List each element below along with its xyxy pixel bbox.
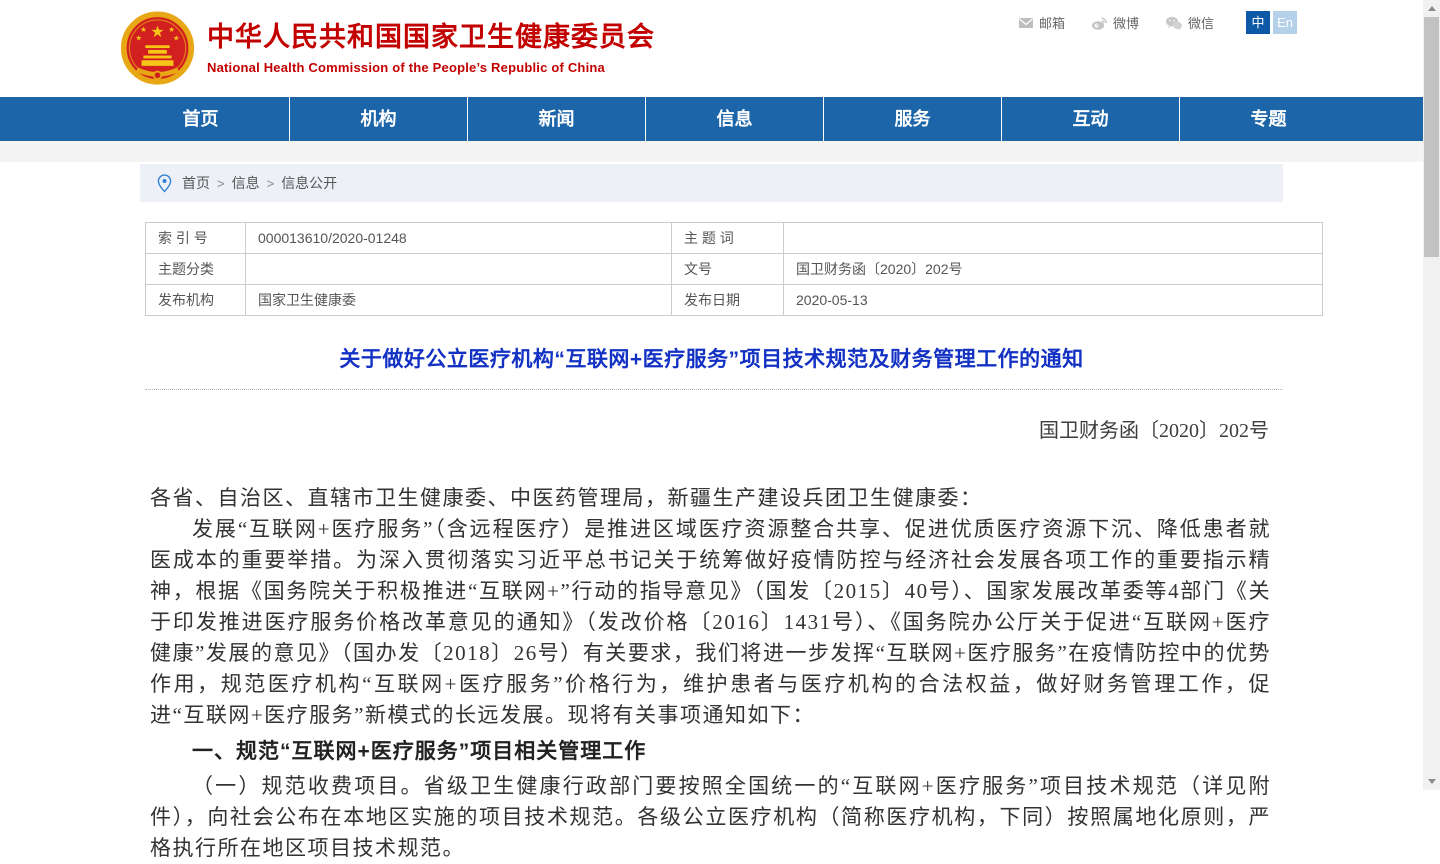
breadcrumb-separator: > — [267, 176, 275, 191]
main-nav: 首页 机构 新闻 信息 服务 互动 专题 — [0, 97, 1423, 141]
paragraph: 发展“互联网+医疗服务”（含远程医疗）是推进区域医疗资源整合共享、促进优质医疗资… — [150, 514, 1271, 731]
wechat-link[interactable]: 微信 — [1165, 13, 1214, 32]
weibo-link[interactable]: 微博 — [1091, 13, 1139, 32]
wechat-icon — [1165, 15, 1183, 31]
scroll-up-icon — [1428, 6, 1436, 11]
site-header: ★ ★ ★ ★ ★ 中华人民共和国国家卫生健康委员会 National Heal… — [0, 0, 1440, 97]
meta-label-doc-number: 文号 — [672, 254, 784, 285]
breadcrumb-home[interactable]: 首页 — [182, 173, 210, 193]
weibo-label: 微博 — [1113, 13, 1139, 32]
meta-label-index-number: 索 引 号 — [146, 223, 246, 254]
location-pin-icon — [157, 174, 172, 193]
mail-label: 邮箱 — [1039, 13, 1065, 32]
svg-text:★: ★ — [135, 34, 142, 43]
scrollbar-thumb[interactable] — [1424, 17, 1439, 257]
meta-label-publish-date: 发布日期 — [672, 285, 784, 316]
document-meta-table: 索 引 号 000013610/2020-01248 主 题 词 主题分类 文号… — [145, 222, 1323, 316]
quick-links: 邮箱 微博 微信 中 En — [1018, 11, 1297, 34]
nav-item-home[interactable]: 首页 — [112, 97, 289, 141]
breadcrumb-information[interactable]: 信息 — [232, 173, 260, 193]
nav-spacer — [0, 97, 112, 141]
table-row: 主题分类 文号 国卫财务函〔2020〕202号 — [146, 254, 1323, 285]
svg-text:★: ★ — [173, 34, 180, 43]
section-heading-1: 一、规范“互联网+医疗服务”项目相关管理工作 — [150, 736, 1271, 767]
dotted-divider — [145, 389, 1283, 390]
meta-label-topic-category: 主题分类 — [146, 254, 246, 285]
weibo-icon — [1091, 15, 1108, 31]
article-body: 各省、自治区、直辖市卫生健康委、中医药管理局，新疆生产建设兵团卫生健康委： 发展… — [140, 483, 1283, 864]
meta-value-index-number: 000013610/2020-01248 — [246, 223, 672, 254]
wechat-label: 微信 — [1188, 13, 1214, 32]
svg-text:★: ★ — [150, 24, 164, 41]
vertical-scrollbar[interactable] — [1423, 0, 1440, 790]
salutation-line: 各省、自治区、直辖市卫生健康委、中医药管理局，新疆生产建设兵团卫生健康委： — [150, 483, 1271, 514]
lang-zh-button[interactable]: 中 — [1246, 11, 1270, 34]
breadcrumb-info-disclosure[interactable]: 信息公开 — [281, 173, 337, 193]
nav-item-news[interactable]: 新闻 — [467, 97, 645, 141]
table-row: 索 引 号 000013610/2020-01248 主 题 词 — [146, 223, 1323, 254]
nav-item-organization[interactable]: 机构 — [289, 97, 467, 141]
paragraph: （一）规范收费项目。省级卫生健康行政部门要按照全国统一的“互联网+医疗服务”项目… — [150, 771, 1271, 864]
site-title: 中华人民共和国国家卫生健康委员会 — [207, 21, 655, 53]
lang-en-button[interactable]: En — [1273, 11, 1297, 34]
meta-value-topic-category — [246, 254, 672, 285]
meta-value-publish-date: 2020-05-13 — [784, 285, 1323, 316]
nav-item-services[interactable]: 服务 — [823, 97, 1001, 141]
meta-label-subject-words: 主 题 词 — [672, 223, 784, 254]
language-switch: 中 En — [1246, 11, 1297, 34]
sub-nav-strip — [0, 141, 1423, 162]
breadcrumb: 首页 > 信息 > 信息公开 — [140, 164, 1283, 202]
scroll-down-button[interactable] — [1423, 773, 1440, 790]
document-number: 国卫财务函〔2020〕202号 — [140, 414, 1283, 443]
nav-item-interaction[interactable]: 互动 — [1001, 97, 1179, 141]
article-title: 关于做好公立医疗机构“互联网+医疗服务”项目技术规范及财务管理工作的通知 — [140, 343, 1283, 373]
nav-item-topics[interactable]: 专题 — [1179, 97, 1357, 141]
mail-icon — [1018, 15, 1034, 31]
national-emblem-logo: ★ ★ ★ ★ ★ — [120, 9, 195, 89]
meta-value-doc-number: 国卫财务函〔2020〕202号 — [784, 254, 1323, 285]
table-row: 发布机构 国家卫生健康委 发布日期 2020-05-13 — [146, 285, 1323, 316]
nav-filler — [1357, 97, 1423, 141]
meta-label-issuing-agency: 发布机构 — [146, 285, 246, 316]
main-content: 首页 > 信息 > 信息公开 索 引 号 000013610/2020-0124… — [140, 164, 1283, 864]
meta-value-issuing-agency: 国家卫生健康委 — [246, 285, 672, 316]
breadcrumb-separator: > — [217, 176, 225, 191]
nav-item-information[interactable]: 信息 — [645, 97, 823, 141]
scroll-down-icon — [1428, 779, 1436, 784]
mail-link[interactable]: 邮箱 — [1018, 13, 1065, 32]
meta-value-subject-words — [784, 223, 1323, 254]
scroll-up-button[interactable] — [1423, 0, 1440, 17]
site-subtitle: National Health Commission of the People… — [207, 60, 655, 75]
brand-block: 中华人民共和国国家卫生健康委员会 National Health Commiss… — [207, 21, 655, 75]
